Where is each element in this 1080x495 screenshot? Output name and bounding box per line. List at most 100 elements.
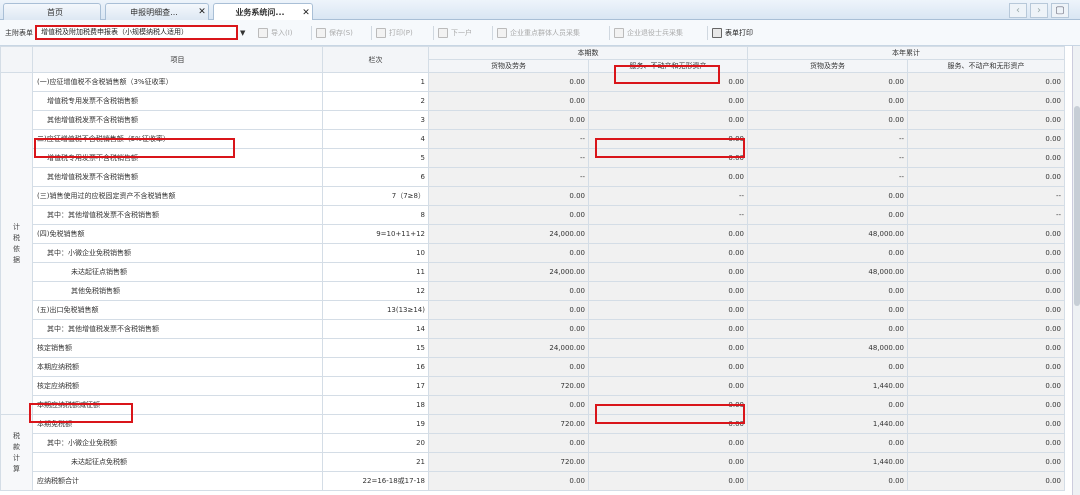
row-value-cell[interactable]: 0.00 <box>747 72 908 92</box>
row-value-cell[interactable]: 0.00 <box>747 243 908 263</box>
row-value-cell[interactable]: 0.00 <box>588 281 748 301</box>
row-value-cell[interactable]: 0.00 <box>907 167 1065 187</box>
row-value-cell[interactable]: 0.00 <box>588 376 748 396</box>
row-value-cell[interactable]: -- <box>428 148 589 168</box>
row-value-cell[interactable]: 0.00 <box>907 452 1065 472</box>
row-value-cell[interactable]: 0.00 <box>907 433 1065 453</box>
row-value-cell[interactable]: 0.00 <box>907 91 1065 111</box>
toolbar-button-4[interactable]: 企业重点群体人员采集 <box>497 26 580 40</box>
row-value-cell[interactable]: -- <box>747 167 908 187</box>
row-value-cell[interactable]: 0.00 <box>588 148 748 168</box>
row-value-cell[interactable]: 0.00 <box>907 262 1065 282</box>
window-maximize-button[interactable]: ▢ <box>1051 3 1069 18</box>
row-value-cell[interactable]: 0.00 <box>747 319 908 339</box>
chevron-down-icon[interactable]: ▼ <box>240 29 245 37</box>
row-value-cell[interactable]: 24,000.00 <box>428 262 589 282</box>
tab-scroll-left-button[interactable]: ‹ <box>1009 3 1027 18</box>
row-value-cell[interactable]: 0.00 <box>428 186 589 206</box>
row-value-cell[interactable]: 48,000.00 <box>747 224 908 244</box>
row-value-cell[interactable]: 0.00 <box>588 433 748 453</box>
toolbar-button-0[interactable]: 导入(I) <box>258 26 293 40</box>
row-value-cell[interactable]: -- <box>747 129 908 149</box>
row-value-cell[interactable]: 0.00 <box>588 110 748 130</box>
row-value-cell[interactable]: 0.00 <box>588 357 748 377</box>
toolbar-button-3[interactable]: 下一户 <box>438 26 472 40</box>
row-value-cell[interactable]: 0.00 <box>907 471 1065 491</box>
row-value-cell[interactable]: 0.00 <box>907 300 1065 320</box>
row-value-cell[interactable]: 0.00 <box>428 243 589 263</box>
row-value-cell[interactable]: 0.00 <box>907 72 1065 92</box>
row-value-cell[interactable]: 48,000.00 <box>747 262 908 282</box>
row-value-cell[interactable]: 0.00 <box>588 319 748 339</box>
row-value-cell[interactable]: 0.00 <box>907 148 1065 168</box>
close-icon[interactable]: ✕ <box>300 8 312 18</box>
toolbar-button-6[interactable]: 表单打印 <box>712 26 753 40</box>
tab-0[interactable]: 首页 <box>3 3 101 20</box>
close-icon[interactable]: ✕ <box>196 7 208 17</box>
row-value-cell[interactable]: 0.00 <box>588 167 748 187</box>
row-value-cell[interactable]: 0.00 <box>747 357 908 377</box>
row-value-cell[interactable]: 0.00 <box>907 357 1065 377</box>
row-value-cell[interactable]: 0.00 <box>907 243 1065 263</box>
row-value-cell[interactable]: 0.00 <box>747 110 908 130</box>
row-value-cell[interactable]: 0.00 <box>588 414 748 434</box>
vertical-scrollbar[interactable] <box>1072 46 1080 495</box>
row-value-cell[interactable]: 48,000.00 <box>747 338 908 358</box>
row-value-cell[interactable]: 0.00 <box>747 205 908 225</box>
row-value-cell[interactable]: 24,000.00 <box>428 338 589 358</box>
toolbar-button-2[interactable]: 打印(P) <box>376 26 413 40</box>
row-value-cell[interactable]: 1,440.00 <box>747 376 908 396</box>
row-value-cell[interactable]: 0.00 <box>588 338 748 358</box>
row-value-cell[interactable]: -- <box>747 148 908 168</box>
row-value-cell[interactable]: -- <box>907 205 1065 225</box>
tab-scroll-right-button[interactable]: › <box>1030 3 1048 18</box>
row-value-cell[interactable]: -- <box>428 129 589 149</box>
row-value-cell[interactable]: 0.00 <box>907 224 1065 244</box>
row-value-cell[interactable]: 0.00 <box>747 281 908 301</box>
row-value-cell[interactable]: 0.00 <box>747 471 908 491</box>
row-value-cell[interactable]: 0.00 <box>747 300 908 320</box>
row-value-cell[interactable]: 0.00 <box>588 224 748 244</box>
row-value-cell[interactable]: 0.00 <box>747 395 908 415</box>
row-value-cell[interactable]: 1,440.00 <box>747 452 908 472</box>
row-value-cell[interactable]: 0.00 <box>907 129 1065 149</box>
row-value-cell[interactable]: 0.00 <box>588 452 748 472</box>
row-value-cell[interactable]: 0.00 <box>907 281 1065 301</box>
row-value-cell[interactable]: -- <box>907 186 1065 206</box>
row-value-cell[interactable]: 720.00 <box>428 414 589 434</box>
row-value-cell[interactable]: 0.00 <box>588 129 748 149</box>
row-value-cell[interactable]: 0.00 <box>588 91 748 111</box>
row-value-cell[interactable]: 0.00 <box>588 243 748 263</box>
row-value-cell[interactable]: 0.00 <box>907 395 1065 415</box>
row-value-cell[interactable]: 0.00 <box>907 338 1065 358</box>
row-value-cell[interactable]: 0.00 <box>428 471 589 491</box>
row-value-cell[interactable]: 0.00 <box>747 91 908 111</box>
row-value-cell[interactable]: -- <box>428 167 589 187</box>
row-value-cell[interactable]: 24,000.00 <box>428 224 589 244</box>
row-value-cell[interactable]: 0.00 <box>907 319 1065 339</box>
row-value-cell[interactable]: 0.00 <box>428 281 589 301</box>
row-value-cell[interactable]: 0.00 <box>907 110 1065 130</box>
tab-2[interactable]: 业务系统问... ✕ <box>213 3 313 21</box>
row-value-cell[interactable]: 0.00 <box>428 319 589 339</box>
form-select[interactable]: 增值税及附加税费申报表（小规模纳税人适用） <box>35 25 238 40</box>
row-value-cell[interactable]: 0.00 <box>907 376 1065 396</box>
row-value-cell[interactable]: 0.00 <box>588 395 748 415</box>
row-value-cell[interactable]: 0.00 <box>588 72 748 92</box>
row-value-cell[interactable]: 0.00 <box>428 395 589 415</box>
row-value-cell[interactable]: 0.00 <box>428 72 589 92</box>
row-value-cell[interactable]: -- <box>588 205 748 225</box>
toolbar-button-5[interactable]: 企业退役士兵采集 <box>614 26 683 40</box>
tab-1[interactable]: 申报明细查... ✕ <box>105 3 209 20</box>
row-value-cell[interactable]: 0.00 <box>588 471 748 491</box>
toolbar-button-1[interactable]: 保存(S) <box>316 26 353 40</box>
row-value-cell[interactable]: 0.00 <box>747 186 908 206</box>
row-value-cell[interactable]: 1,440.00 <box>747 414 908 434</box>
row-value-cell[interactable]: 0.00 <box>428 205 589 225</box>
row-value-cell[interactable]: -- <box>588 186 748 206</box>
row-value-cell[interactable]: 0.00 <box>588 262 748 282</box>
row-value-cell[interactable]: 0.00 <box>907 414 1065 434</box>
row-value-cell[interactable]: 720.00 <box>428 376 589 396</box>
row-value-cell[interactable]: 0.00 <box>428 91 589 111</box>
row-value-cell[interactable]: 0.00 <box>428 433 589 453</box>
